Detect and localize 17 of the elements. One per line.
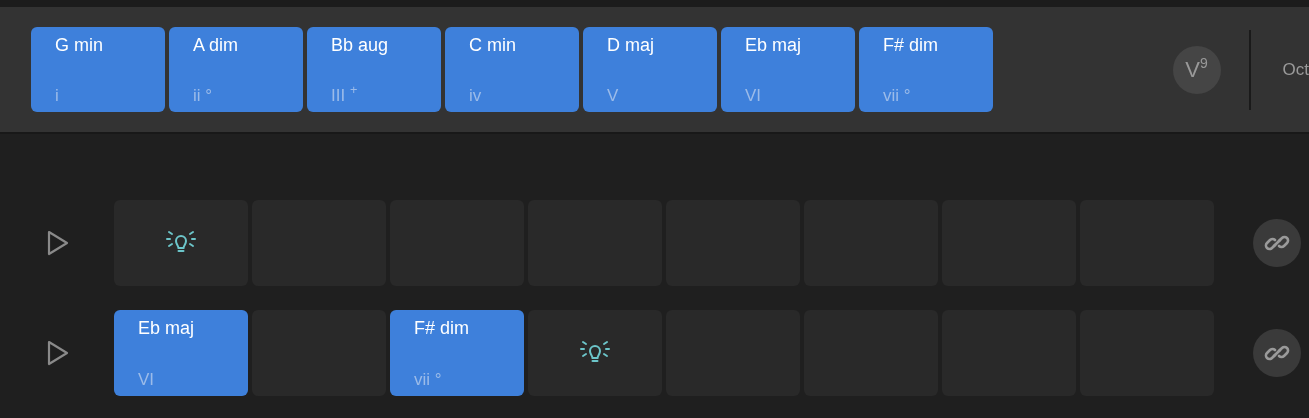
- link-button[interactable]: [1253, 329, 1301, 377]
- chord-button[interactable]: Eb maj VI: [721, 27, 855, 112]
- chord-button[interactable]: Eb maj VI: [114, 310, 248, 396]
- chord-button[interactable]: D maj V: [583, 27, 717, 112]
- chord-button[interactable]: Bb aug III $^{+}$: [307, 27, 441, 112]
- link-button[interactable]: [1253, 219, 1301, 267]
- octave-label: Oct: [1282, 58, 1309, 81]
- empty-cell[interactable]: [528, 310, 662, 396]
- play-icon[interactable]: [47, 230, 69, 256]
- chord-button[interactable]: F# dim vii °: [390, 310, 524, 396]
- chord-button[interactable]: C min iv: [445, 27, 579, 112]
- chord-button[interactable]: G min i: [31, 27, 165, 112]
- extension-button[interactable]: V$^{9}$: [1172, 45, 1221, 94]
- chord-button[interactable]: A dim ii °: [169, 27, 303, 112]
- empty-cell[interactable]: [114, 200, 248, 286]
- chord-button[interactable]: F# dim vii °: [859, 27, 993, 112]
- play-icon[interactable]: [47, 340, 69, 366]
